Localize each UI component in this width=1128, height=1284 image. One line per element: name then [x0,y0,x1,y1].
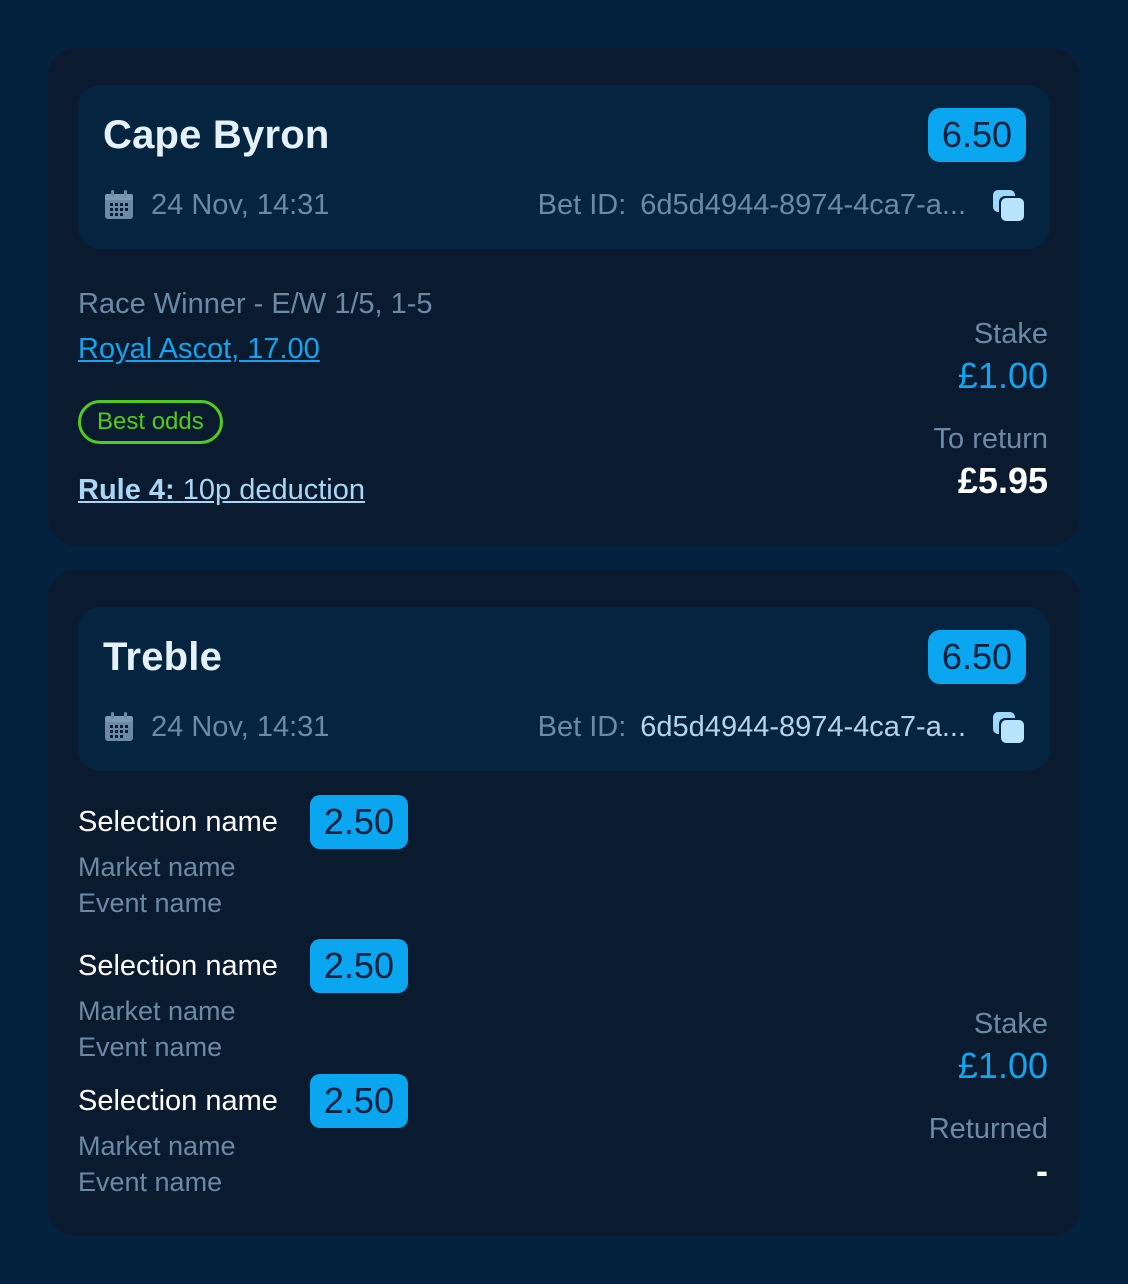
selection-market: Market name [78,852,236,882]
stake-label: Stake [973,318,1048,350]
bet-card-single: Cape Byron 6.50 24 Nov, 14:31 Bet ID: 6d… [48,48,1080,546]
calendar-icon [105,190,133,219]
best-odds-badge: Best odds [78,400,223,444]
bet-id-row: Bet ID: 6d5d4944-8974-4ca7-a... [538,185,966,225]
bet-header: Treble 6.50 24 Nov, 14:31 Bet ID: 6d5d49… [78,607,1050,771]
bet-id-row: Bet ID: 6d5d4944-8974-4ca7-a... [538,707,966,747]
bet-date-row: 24 Nov, 14:31 [103,707,329,747]
return-label: To return [933,423,1048,455]
selection-name: Selection name [78,1084,278,1117]
bet-odds-badge: 6.50 [927,108,1026,162]
selection-item: Selection name 2.50 Market name Event na… [78,939,498,1065]
bet-header: Cape Byron 6.50 24 Nov, 14:31 Bet ID: 6d… [78,85,1050,249]
bet-id-label: Bet ID: [537,710,627,743]
returned-value: - [1036,1150,1048,1191]
copy-icon[interactable] [992,711,1026,745]
selection-event: Event name [78,888,223,918]
bet-id-value: 6d5d4944-8974-4ca7-a... [640,188,966,221]
selection-odds: 2.50 [309,939,408,993]
selection-item: Selection name 2.50 Market name Event na… [78,795,498,921]
stake-value: £1.00 [957,1045,1048,1086]
bet-date: 24 Nov, 14:31 [151,710,330,743]
bet-odds-badge: 6.50 [927,630,1026,684]
selection-market: Market name [78,1131,236,1161]
bet-title: Cape Byron [103,113,330,157]
rule4-label: Rule 4: [78,474,175,506]
selection-name: Selection name [78,949,278,982]
stake-label: Stake [973,1008,1048,1040]
rule4-text: 10p deduction [182,474,365,506]
calendar-icon [105,712,133,741]
selection-name: Selection name [78,805,278,838]
bet-date: 24 Nov, 14:31 [151,188,330,221]
stake-block: Stake £1.00 To return £5.95 [934,318,1048,502]
bet-card-treble: Treble 6.50 24 Nov, 14:31 Bet ID: 6d5d49… [48,570,1080,1236]
copy-icon[interactable] [992,189,1026,223]
stake-block: Stake £1.00 Returned - [929,1008,1048,1192]
returned-label: Returned [928,1113,1048,1145]
event-link[interactable]: Royal Ascot, 17.00 [78,333,320,366]
rule4-link[interactable]: Rule 4: 10p deduction [78,474,365,507]
bet-title: Treble [103,635,223,679]
selection-item: Selection name 2.50 Market name Event na… [78,1074,498,1200]
selection-event: Event name [78,1167,223,1197]
selection-market: Market name [78,996,236,1026]
selection-event: Event name [78,1032,223,1062]
stake-value: £1.00 [957,355,1048,396]
market-name: Race Winner - E/W 1/5, 1-5 [78,288,433,320]
bet-id-label: Bet ID: [537,188,627,221]
selection-odds: 2.50 [309,1074,408,1128]
bet-id-value: 6d5d4944-8974-4ca7-a... [640,710,966,743]
return-value: £5.95 [957,460,1048,501]
selection-odds: 2.50 [309,795,408,849]
bet-date-row: 24 Nov, 14:31 [103,185,329,225]
